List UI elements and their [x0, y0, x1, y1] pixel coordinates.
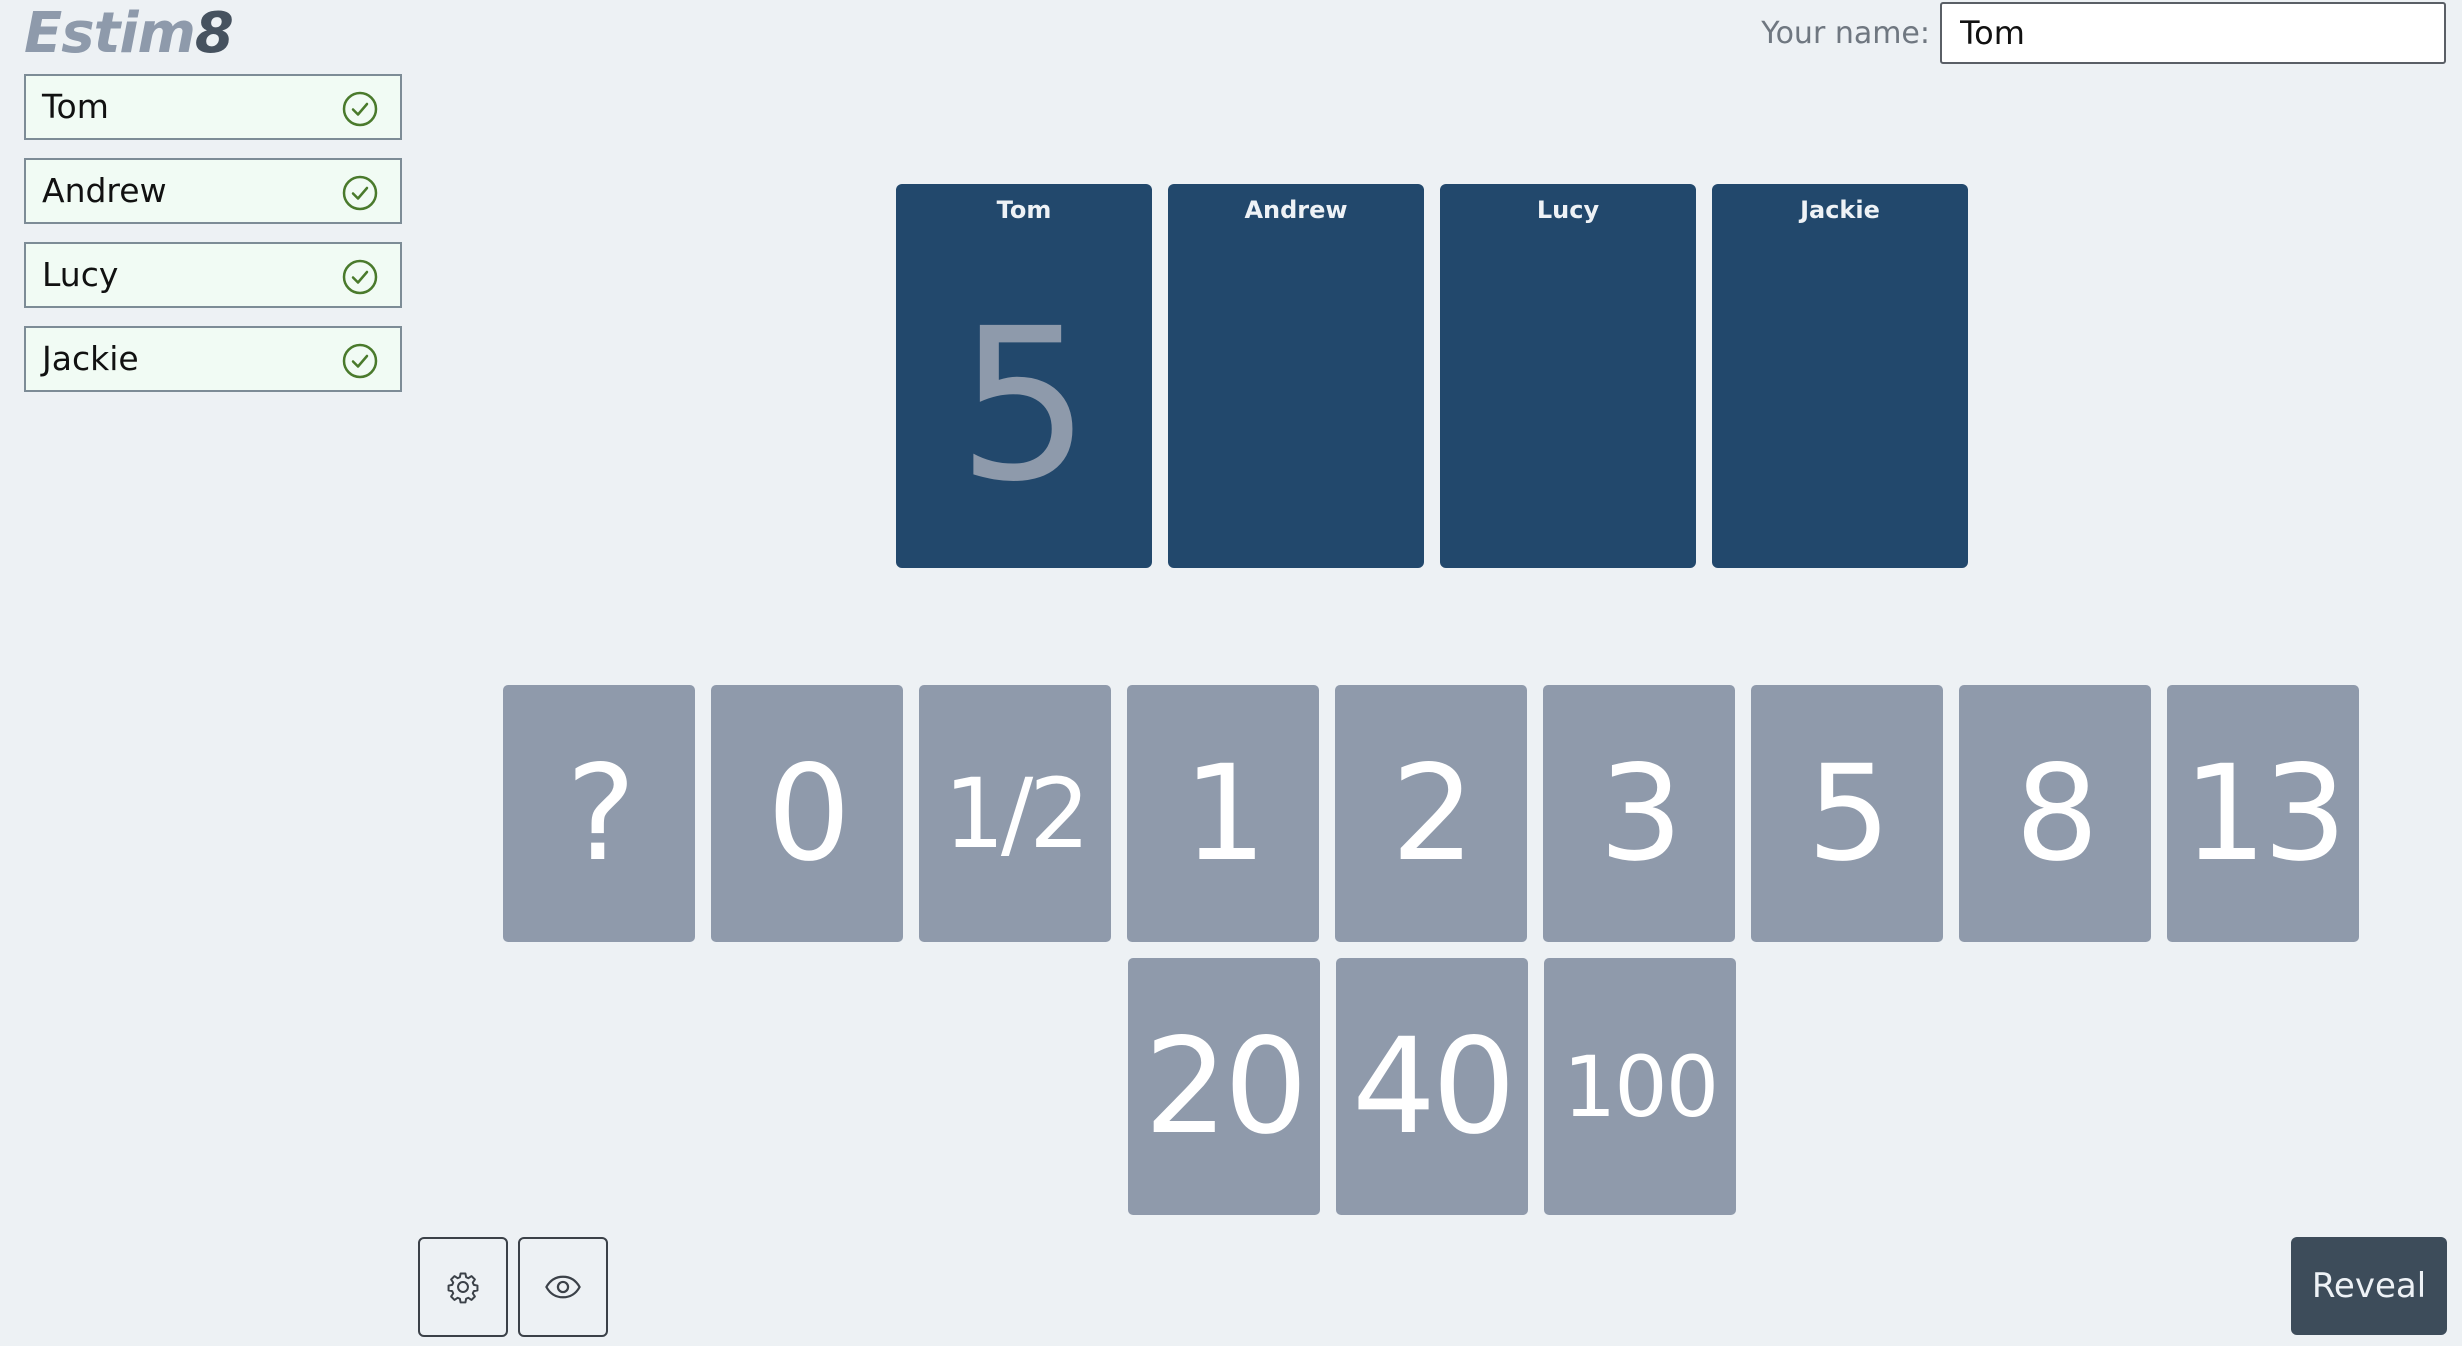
deck-card-20[interactable]: 20 [1128, 958, 1320, 1215]
logo-accent: 8 [194, 1, 234, 66]
table-card-lucy: Lucy [1440, 184, 1696, 568]
toggle-view-button[interactable] [518, 1237, 608, 1337]
participant-item: Lucy [24, 242, 402, 308]
your-name-input[interactable] [1940, 2, 2446, 64]
deck-card-1[interactable]: 1 [1127, 685, 1319, 942]
deck-card-half[interactable]: 1/2 [919, 685, 1111, 942]
deck-row: ? 0 1/2 1 2 3 5 8 13 [503, 685, 2365, 942]
table-cards: Tom 5 Andrew Lucy Jackie [896, 184, 1968, 568]
deck-row: 20 40 100 [503, 958, 2365, 1215]
table-card-andrew: Andrew [1168, 184, 1424, 568]
deck-card-8[interactable]: 8 [1959, 685, 2151, 942]
check-circle-icon [342, 91, 378, 127]
check-circle-icon [342, 175, 378, 211]
participant-name: Tom [42, 87, 109, 126]
table-card-name: Tom [996, 196, 1052, 224]
app-logo: Estim8 [24, 0, 234, 68]
deck-card-0[interactable]: 0 [711, 685, 903, 942]
eye-icon [545, 1275, 581, 1299]
table-card-name: Andrew [1244, 196, 1348, 224]
your-name-label: Your name: [1761, 16, 1930, 51]
participant-name: Andrew [42, 171, 167, 210]
participant-list: Tom Andrew Lucy Jackie [24, 74, 402, 410]
table-card-jackie: Jackie [1712, 184, 1968, 568]
check-circle-icon [342, 343, 378, 379]
participant-name: Lucy [42, 255, 119, 294]
participant-name: Jackie [42, 339, 139, 378]
deck-card-40[interactable]: 40 [1336, 958, 1528, 1215]
participant-item: Andrew [24, 158, 402, 224]
deck-card-question[interactable]: ? [503, 685, 695, 942]
estimate-deck: ? 0 1/2 1 2 3 5 8 13 20 40 100 [503, 685, 2365, 1231]
logo-text: Estim [24, 1, 196, 66]
table-card-vote: 5 [957, 283, 1091, 528]
participant-item: Jackie [24, 326, 402, 392]
deck-card-13[interactable]: 13 [2167, 685, 2359, 942]
table-card-tom: Tom 5 [896, 184, 1152, 568]
table-card-name: Lucy [1536, 196, 1600, 224]
gear-icon [447, 1272, 479, 1304]
table-card-name: Jackie [1800, 196, 1880, 224]
participant-item: Tom [24, 74, 402, 140]
reveal-button[interactable]: Reveal [2291, 1237, 2447, 1335]
deck-card-100[interactable]: 100 [1544, 958, 1736, 1215]
settings-button[interactable] [418, 1237, 508, 1337]
check-circle-icon [342, 259, 378, 295]
deck-card-2[interactable]: 2 [1335, 685, 1527, 942]
deck-card-3[interactable]: 3 [1543, 685, 1735, 942]
deck-card-5[interactable]: 5 [1751, 685, 1943, 942]
